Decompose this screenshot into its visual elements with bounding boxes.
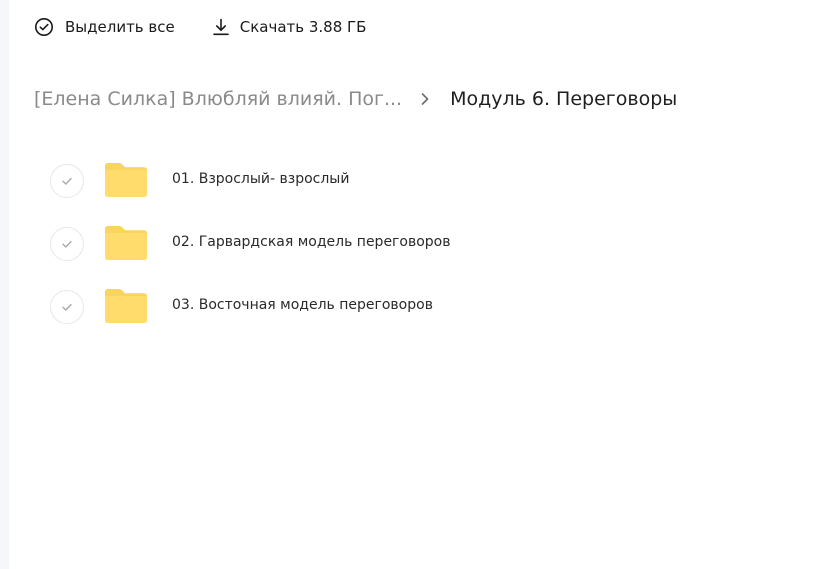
chevron-right-icon [420, 92, 430, 106]
check-icon [62, 177, 72, 185]
toolbar: Выделить все Скачать 3.88 ГБ [34, 15, 366, 39]
side-panel-edge [0, 0, 9, 569]
list-item[interactable]: 01. Взрослый- взрослый [50, 160, 790, 223]
download-button[interactable]: Скачать 3.88 ГБ [211, 17, 367, 37]
check-circle-icon [34, 17, 54, 37]
download-label: Скачать 3.88 ГБ [239, 18, 367, 36]
file-name: 03. Восточная модель переговоров [172, 297, 433, 313]
file-name: 01. Взрослый- взрослый [172, 171, 350, 187]
folder-icon [103, 288, 149, 324]
download-icon [211, 17, 231, 37]
check-icon [62, 240, 72, 248]
select-checkbox[interactable] [50, 227, 84, 261]
folder-icon [103, 225, 149, 261]
check-icon [62, 303, 72, 311]
list-item[interactable]: 03. Восточная модель переговоров [50, 286, 790, 349]
folder-icon [103, 162, 149, 198]
select-checkbox[interactable] [50, 164, 84, 198]
file-list: 01. Взрослый- взрослый 02. Гарвардская м… [50, 160, 790, 349]
breadcrumb-current: Модуль 6. Переговоры [450, 88, 678, 110]
breadcrumb-parent-link[interactable]: [Елена Силка] Влюбляй влияй. Пог... [34, 88, 402, 110]
list-item[interactable]: 02. Гарвардская модель переговоров [50, 223, 790, 286]
select-all-button[interactable]: Выделить все [34, 17, 175, 37]
file-name: 02. Гарвардская модель переговоров [172, 234, 451, 250]
breadcrumb: [Елена Силка] Влюбляй влияй. Пог... Моду… [34, 86, 677, 112]
select-checkbox[interactable] [50, 290, 84, 324]
select-all-label: Выделить все [65, 18, 175, 36]
